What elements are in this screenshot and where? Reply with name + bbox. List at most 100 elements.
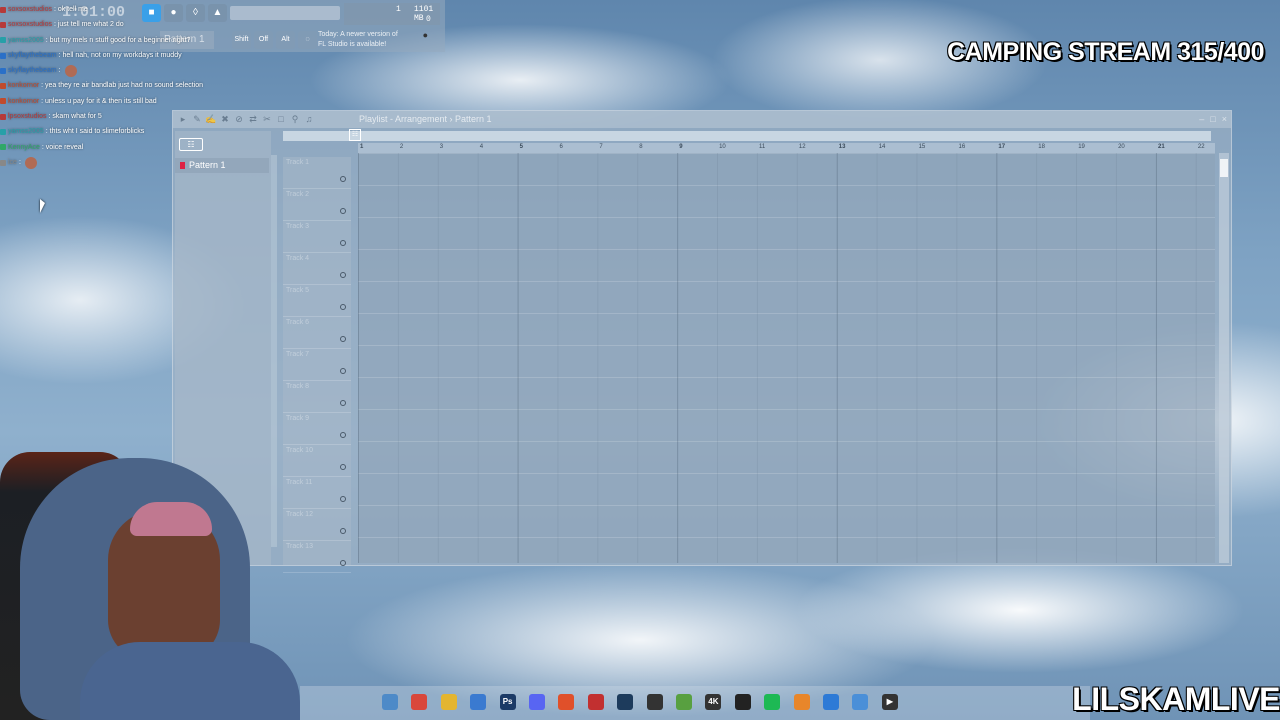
chat-emote-icon	[64, 64, 77, 77]
chat-badge-icon	[0, 159, 6, 166]
menu-icon[interactable]: ▸	[177, 113, 189, 125]
track-header[interactable]: Track 5	[283, 285, 351, 317]
paint-icon[interactable]: ✍	[205, 113, 217, 125]
picker-view-icon[interactable]: ☷	[179, 138, 203, 151]
brave-icon[interactable]	[558, 694, 575, 710]
master-pitch-slider[interactable]	[230, 6, 340, 20]
scroll-thumb[interactable]	[1220, 159, 1228, 177]
minimize-icon[interactable]: –	[1199, 111, 1204, 128]
chat-message: yamss2005: but my mels n stuff good for …	[0, 33, 230, 48]
app-dark-icon[interactable]	[646, 694, 663, 710]
track-header[interactable]: Track 2	[283, 189, 351, 221]
track-mute-icon[interactable]	[340, 176, 346, 182]
slip-icon[interactable]: ⇄	[247, 113, 259, 125]
track-header[interactable]: Track 6	[283, 317, 351, 349]
chat-username: soxsoxstudios	[8, 21, 52, 29]
track-name: Track 4	[286, 255, 310, 262]
zoom-icon[interactable]: ⚲	[289, 113, 301, 125]
photoshop-icon[interactable]: Ps	[499, 694, 516, 710]
timeline-ruler[interactable]: 1 2 3 4 5 6 7 8 9 10 11 12 13 14 15 16 17 18 19 20 21 22	[358, 143, 1215, 153]
track-mute-icon[interactable]	[340, 464, 346, 470]
select-icon[interactable]: □	[275, 113, 287, 125]
chat-badge-icon	[0, 98, 6, 105]
track-name: Track 6	[286, 319, 310, 326]
app-green-icon[interactable]	[676, 694, 692, 710]
close-window-icon[interactable]: ×	[1222, 111, 1227, 128]
track-header[interactable]: Track 1	[283, 157, 351, 189]
app-blue-icon[interactable]	[823, 694, 839, 710]
slice-icon[interactable]: ✂	[261, 113, 273, 125]
track-name: Track 8	[286, 383, 310, 390]
store-icon[interactable]	[470, 694, 487, 710]
track-mute-icon[interactable]	[340, 304, 346, 310]
alt-button[interactable]: Alt	[276, 31, 295, 49]
fl-studio-icon[interactable]	[793, 694, 810, 710]
track-mute-icon[interactable]	[340, 432, 346, 438]
explorer-icon[interactable]	[382, 694, 398, 710]
chat-text: : just tell me what 2 do	[53, 21, 124, 29]
streamer-hair	[130, 502, 212, 536]
track-header[interactable]: Track 3	[283, 221, 351, 253]
playlist-title: Playlist - Arrangement › Pattern 1	[359, 114, 492, 124]
discord-icon[interactable]	[529, 694, 545, 710]
track-mute-icon[interactable]	[340, 272, 346, 278]
shift-button[interactable]: Shift	[232, 31, 251, 49]
bar-number: 22	[1197, 144, 1205, 150]
app-dark2-icon[interactable]	[734, 694, 751, 710]
cpu-memory-readout: 1 1101 MB 0	[344, 3, 440, 25]
app-red-icon[interactable]	[587, 694, 604, 710]
hint-icon[interactable]: ◌	[298, 31, 317, 49]
track-header[interactable]: Track 7	[283, 349, 351, 381]
chat-username: konkornor	[8, 82, 40, 90]
bar-number: 3	[439, 144, 444, 150]
track-mute-icon[interactable]	[340, 400, 346, 406]
chat-text: :	[18, 158, 21, 166]
playlist-titlebar[interactable]: ▸ ✎ ✍ ✖ ⊘ ⇄ ✂ □ ⚲ ♫ Playlist - Arrangeme…	[173, 111, 1231, 128]
track-header[interactable]: Track 9	[283, 413, 351, 445]
track-mute-icon[interactable]	[340, 368, 346, 374]
chat-message: soxsoxstudios: ok tell me	[0, 2, 230, 17]
track-mute-icon[interactable]	[340, 496, 346, 502]
chrome-icon[interactable]	[411, 694, 428, 710]
track-mute-icon[interactable]	[340, 528, 346, 534]
chat-badge-icon	[0, 83, 6, 90]
arrangement-grid[interactable]	[358, 153, 1215, 563]
mute-icon[interactable]: ⊘	[233, 113, 245, 125]
chat-badge-icon	[0, 113, 6, 120]
picker-pattern-label: Pattern 1	[189, 160, 226, 170]
speaker-icon[interactable]: ♫	[303, 113, 315, 125]
track-mute-icon[interactable]	[340, 240, 346, 246]
off-button[interactable]: Off	[254, 31, 273, 49]
track-mute-icon[interactable]	[340, 560, 346, 566]
steam-icon[interactable]	[617, 694, 634, 710]
bar-number: 21	[1158, 144, 1165, 150]
chat-message: soxsoxstudios: just tell me what 2 do	[0, 17, 230, 32]
draw-icon[interactable]: ✎	[191, 113, 203, 125]
bar-number: 15	[918, 144, 926, 150]
picker-pattern-item[interactable]: Pattern 1	[175, 158, 269, 173]
playlist-scroll-strip[interactable]: ☷	[283, 129, 1211, 141]
track-mute-icon[interactable]	[340, 208, 346, 214]
chat-username: yamss2005	[8, 128, 44, 136]
media-player-icon[interactable]: ▶	[881, 694, 898, 710]
maximize-icon[interactable]: □	[1210, 111, 1215, 128]
vertical-scrollbar[interactable]	[1219, 153, 1229, 563]
track-mute-icon[interactable]	[340, 336, 346, 342]
close-icon[interactable]: ●	[423, 30, 428, 40]
chat-text: : thts wht I said to slimeforblicks	[45, 128, 145, 136]
chat-text: : but my mels n stuff good for a beginne…	[45, 36, 191, 44]
update-note-line1: Today: A newer version of	[318, 31, 398, 38]
bar-number: 8	[639, 144, 643, 150]
spotify-icon[interactable]	[764, 694, 781, 710]
bar-number: 17	[998, 144, 1006, 150]
notepad-icon[interactable]	[852, 694, 869, 710]
delete-icon[interactable]: ✖	[219, 113, 231, 125]
snap-icon[interactable]: ☷	[349, 129, 361, 141]
chat-text: : yea they re air bandlab just had no so…	[41, 82, 204, 90]
track-header[interactable]: Track 4	[283, 253, 351, 285]
folder-icon[interactable]	[440, 694, 457, 710]
bar-number: 14	[878, 144, 886, 150]
update-notification[interactable]: Today: A newer version of FL Studio is a…	[318, 30, 430, 52]
4k-icon[interactable]: 4K	[705, 694, 722, 710]
track-header[interactable]: Track 8	[283, 381, 351, 413]
